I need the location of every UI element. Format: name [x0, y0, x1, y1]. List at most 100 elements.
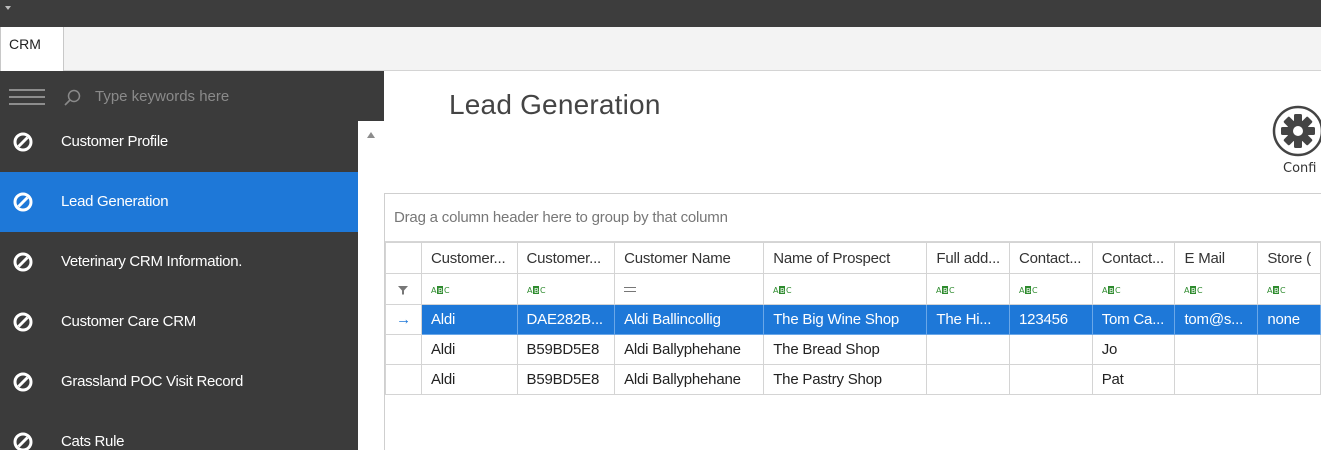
svg-text:B: B — [1026, 287, 1031, 295]
abc-filter-icon: ABC — [527, 285, 546, 295]
sidebar-item-cats-rule[interactable]: Cats Rule — [0, 412, 358, 472]
group-by-panel[interactable]: Drag a column header here to group by th… — [385, 194, 1321, 242]
table-cell[interactable]: tom@s... — [1174, 304, 1259, 335]
table-cell[interactable]: 123456 — [1009, 304, 1093, 335]
svg-text:C: C — [1115, 286, 1121, 295]
table-cell[interactable]: Jo — [1091, 334, 1176, 365]
column-header[interactable]: Contact... — [1009, 242, 1093, 274]
table-cell[interactable]: The Pastry Shop — [763, 364, 928, 395]
sidebar-item-lead-generation[interactable]: Lead Generation — [0, 172, 358, 232]
sidebar-item-label: Cats Rule — [61, 433, 125, 450]
sidebar-item-customer-profile[interactable]: Customer Profile — [0, 112, 358, 171]
quick-access-dropdown-icon[interactable] — [5, 6, 11, 10]
svg-text:C: C — [1032, 286, 1038, 295]
tab-crm[interactable]: CRM — [0, 27, 64, 71]
table-cell[interactable] — [1009, 334, 1093, 365]
hamburger-menu-icon[interactable] — [9, 89, 45, 105]
table-row[interactable]: Aldi B59BD5E8 Aldi Ballyphehane The Past… — [385, 364, 1321, 395]
table-cell[interactable]: Aldi Ballyphehane — [614, 334, 765, 365]
abc-filter-icon: ABC — [1267, 285, 1287, 295]
svg-text:A: A — [527, 286, 533, 295]
column-header[interactable]: E Mail — [1174, 242, 1259, 274]
abc-filter-icon: ABC — [936, 285, 956, 295]
table-cell[interactable] — [1257, 334, 1321, 365]
sidebar-item-veterinary-crm[interactable]: Veterinary CRM Information. — [0, 232, 358, 292]
filter-cell[interactable]: ABC — [763, 273, 928, 305]
abc-filter-icon: ABC — [1184, 285, 1204, 295]
table-cell[interactable]: Aldi Ballyphehane — [614, 364, 765, 395]
nav-list: Customer Profile Lead Generation Veterin… — [0, 121, 358, 452]
column-header[interactable]: Store ( — [1257, 242, 1321, 274]
column-header[interactable]: Customer... — [516, 242, 616, 274]
tab-strip: CRM — [0, 27, 1321, 71]
table-cell[interactable]: Aldi — [420, 364, 518, 395]
table-cell[interactable]: Tom Ca... — [1091, 304, 1176, 335]
table-cell[interactable]: B59BD5E8 — [516, 364, 616, 395]
table-cell[interactable]: Aldi — [420, 304, 518, 335]
row-indicator-header — [385, 242, 422, 274]
filter-cell[interactable]: ABC — [1009, 273, 1093, 305]
header-row: Customer... Customer... Customer Name Na… — [385, 242, 1321, 274]
svg-text:B: B — [1274, 287, 1279, 295]
sidebar-item-grassland-poc[interactable]: Grassland POC Visit Record — [0, 352, 358, 412]
table-cell[interactable] — [1257, 364, 1321, 395]
filter-row: ABC ABC ABC ABC ABC ABC ABC ABC — [385, 273, 1321, 305]
filter-cell[interactable] — [614, 273, 765, 305]
svg-text:C: C — [1280, 286, 1286, 295]
lead-grid: Drag a column header here to group by th… — [384, 193, 1321, 450]
column-header[interactable]: Customer Name — [614, 242, 765, 274]
column-header[interactable]: Customer... — [420, 242, 518, 274]
filter-cell[interactable]: ABC — [516, 273, 616, 305]
svg-text:C: C — [444, 286, 450, 295]
column-header[interactable]: Contact... — [1091, 242, 1176, 274]
svg-text:B: B — [438, 287, 443, 295]
prohibited-icon — [13, 192, 33, 212]
filter-cell[interactable]: ABC — [926, 273, 1011, 305]
search-icon — [64, 89, 81, 106]
svg-text:C: C — [1197, 286, 1203, 295]
column-header[interactable]: Full add... — [926, 242, 1011, 274]
config-button[interactable]: Confi — [1272, 105, 1321, 185]
table-cell[interactable]: DAE282B... — [516, 304, 616, 335]
table-cell[interactable] — [926, 364, 1011, 395]
sidebar-item-label: Veterinary CRM Information. — [61, 253, 243, 270]
filter-cell[interactable]: ABC — [1174, 273, 1259, 305]
svg-text:C: C — [786, 286, 792, 295]
table-cell[interactable]: none — [1257, 304, 1321, 335]
table-cell[interactable] — [1009, 364, 1093, 395]
table-cell[interactable]: The Bread Shop — [763, 334, 928, 365]
table-cell[interactable]: Pat — [1091, 364, 1176, 395]
table-cell[interactable]: B59BD5E8 — [516, 334, 616, 365]
filter-cell[interactable]: ABC — [1091, 273, 1176, 305]
filter-icon[interactable] — [385, 273, 422, 305]
table-cell[interactable] — [1174, 334, 1259, 365]
table-cell[interactable]: Aldi Ballincollig — [614, 304, 765, 335]
sidebar-item-label: Customer Care CRM — [61, 313, 196, 330]
search-input[interactable]: Type keywords here — [95, 88, 229, 105]
abc-filter-icon: ABC — [773, 285, 792, 295]
column-header[interactable]: Name of Prospect — [763, 242, 928, 274]
table-cell[interactable]: The Hi... — [926, 304, 1011, 335]
table-cell[interactable] — [926, 334, 1011, 365]
prohibited-icon — [13, 432, 33, 452]
row-indicator — [385, 334, 422, 365]
filter-cell[interactable]: ABC — [420, 273, 518, 305]
table-cell[interactable] — [1174, 364, 1259, 395]
equals-filter-icon — [624, 287, 637, 293]
table-row[interactable]: Aldi B59BD5E8 Aldi Ballyphehane The Brea… — [385, 334, 1321, 365]
sidebar-scrollbar[interactable] — [358, 121, 384, 450]
svg-text:B: B — [943, 287, 948, 295]
gear-icon — [1272, 105, 1321, 157]
filter-cell[interactable]: ABC — [1257, 273, 1321, 305]
sidebar-item-label: Customer Profile — [61, 132, 168, 150]
table-cell[interactable]: The Big Wine Shop — [763, 304, 928, 335]
scroll-up-arrow-icon[interactable] — [367, 132, 375, 138]
table-cell[interactable]: Aldi — [420, 334, 518, 365]
svg-text:B: B — [780, 287, 785, 295]
svg-text:A: A — [431, 286, 437, 295]
config-label: Confi — [1283, 161, 1317, 176]
sidebar-item-label: Grassland POC Visit Record — [61, 373, 243, 390]
table-row[interactable]: → Aldi DAE282B... Aldi Ballincollig The … — [385, 304, 1321, 335]
sidebar-item-customer-care-crm[interactable]: Customer Care CRM — [0, 292, 358, 352]
abc-filter-icon: ABC — [431, 285, 450, 295]
